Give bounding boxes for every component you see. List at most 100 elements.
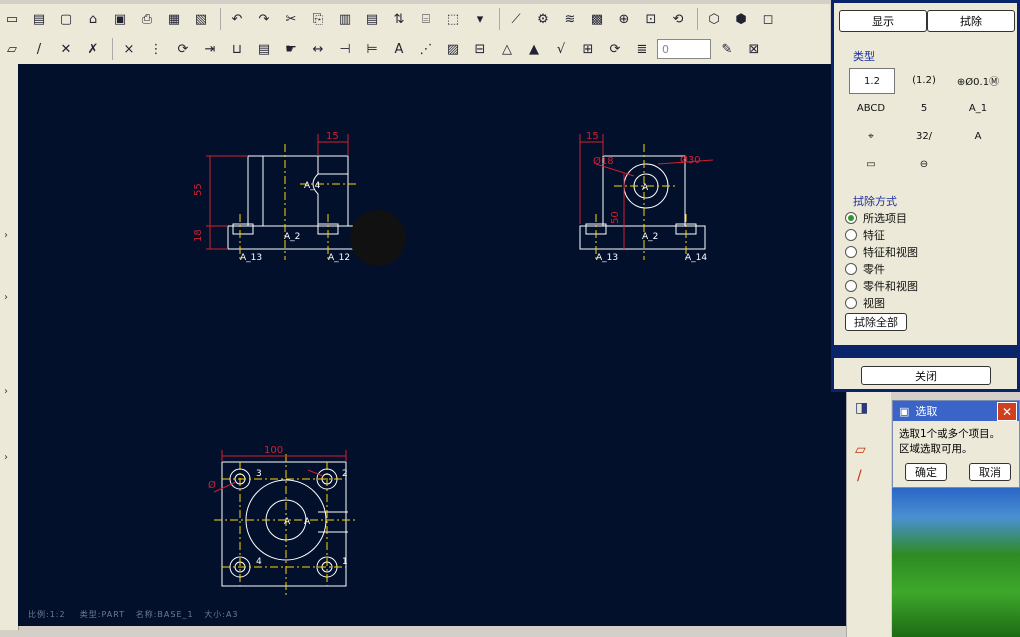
- symbol-balloon[interactable]: 5: [901, 96, 947, 120]
- radio-selected-items[interactable]: 所选项目: [845, 210, 907, 226]
- radio-view[interactable]: 视图: [845, 295, 885, 311]
- front-dim-18: 18: [193, 229, 204, 242]
- side-dim-15: 15: [586, 131, 599, 142]
- view-icon[interactable]: ⬡: [702, 7, 726, 31]
- settings-icon[interactable]: ⚙: [531, 7, 555, 31]
- chevron-right-icon[interactable]: ›: [4, 230, 8, 241]
- redo-icon[interactable]: ↷: [252, 7, 276, 31]
- print-icon[interactable]: ⎙: [135, 7, 159, 31]
- status-size: 大小:A3: [204, 610, 239, 619]
- chevron-right-icon[interactable]: ›: [4, 386, 8, 397]
- table-icon[interactable]: ▤: [252, 37, 276, 61]
- move-icon[interactable]: ⇥: [198, 37, 222, 61]
- chevron-right-icon[interactable]: ›: [4, 292, 8, 303]
- select-box-icon[interactable]: ⬚: [441, 7, 465, 31]
- new-icon[interactable]: ▭: [0, 7, 24, 31]
- close-icon[interactable]: ✕: [997, 402, 1017, 421]
- view-icon[interactable]: ⬢: [729, 7, 753, 31]
- show-erase-panel: 显示 拭除 类型 1.2 (1.2) ⊕Ø0.1Ⓜ ABCD 5 A_1 ⌖ 3…: [831, 0, 1020, 392]
- select-message-line2: 区域选取可用。: [899, 443, 973, 455]
- repaint-icon[interactable]: ▩: [585, 7, 609, 31]
- lock-icon[interactable]: ⊔: [225, 37, 249, 61]
- close-icon[interactable]: ⊠: [742, 37, 766, 61]
- erase-all-button[interactable]: 拭除全部: [845, 313, 907, 331]
- symbol-note[interactable]: ABCD: [849, 96, 893, 120]
- cut-icon[interactable]: ✂: [279, 7, 303, 31]
- regen-icon[interactable]: ⇅: [387, 7, 411, 31]
- close-button[interactable]: 关闭: [861, 366, 991, 385]
- note-icon[interactable]: A: [387, 37, 411, 61]
- value-combo[interactable]: 0: [657, 39, 711, 59]
- new-icon[interactable]: ▤: [27, 7, 51, 31]
- radio-part-and-view[interactable]: 零件和视图: [845, 278, 918, 294]
- dimension-icon[interactable]: ⊨: [360, 37, 384, 61]
- axis-icon[interactable]: /: [27, 37, 51, 61]
- print-icon[interactable]: ▦: [162, 7, 186, 31]
- edit-icon[interactable]: ✎: [715, 37, 739, 61]
- paste-icon[interactable]: ▤: [360, 7, 384, 31]
- toolbar-separator: [220, 8, 221, 30]
- symbol-datum[interactable]: A: [955, 124, 1001, 148]
- datum-icon[interactable]: △: [495, 37, 519, 61]
- chevron-down-icon[interactable]: ▾: [468, 7, 492, 31]
- open-icon[interactable]: ▢: [54, 7, 78, 31]
- layer-icon[interactable]: ≣: [630, 37, 654, 61]
- front-axis-a12: A_12: [328, 253, 350, 263]
- datum-plane-icon[interactable]: ▱: [0, 37, 24, 61]
- side-dim-d30: Ø30: [680, 154, 701, 166]
- tolerance-icon[interactable]: ⊟: [468, 37, 492, 61]
- point-icon[interactable]: ✕: [54, 37, 78, 61]
- axis-icon[interactable]: /: [857, 468, 862, 484]
- select-icon[interactable]: ☛: [279, 37, 303, 61]
- save-icon[interactable]: ▣: [108, 7, 132, 31]
- regen-icon[interactable]: ⟳: [603, 37, 627, 61]
- csys-icon[interactable]: ✗: [81, 37, 105, 61]
- radio-feature[interactable]: 特征: [845, 227, 885, 243]
- tab-erase[interactable]: 拭除: [927, 10, 1015, 32]
- symbol-axis[interactable]: A_1: [955, 96, 1001, 120]
- symbol-ref-dimension[interactable]: (1.2): [901, 68, 947, 92]
- symbol-dimension[interactable]: 1.2: [849, 68, 895, 94]
- cancel-button[interactable]: 取消: [969, 463, 1011, 481]
- tab-show[interactable]: 显示: [839, 10, 927, 32]
- symbol-datum-target-icon[interactable]: ⊖: [901, 152, 947, 176]
- reorient-icon[interactable]: ◨: [855, 400, 868, 416]
- spin-icon[interactable]: ⟲: [666, 7, 690, 31]
- radio-feature-and-view[interactable]: 特征和视图: [845, 244, 918, 260]
- chevron-right-icon[interactable]: ›: [4, 452, 8, 463]
- dimension-icon[interactable]: ⊣: [333, 37, 357, 61]
- find-icon[interactable]: ⌸: [414, 7, 438, 31]
- copy-icon[interactable]: ⎘: [306, 7, 330, 31]
- view-icon[interactable]: ◻: [756, 7, 780, 31]
- datum-icon[interactable]: ▲: [522, 37, 546, 61]
- ok-button[interactable]: 确定: [905, 463, 947, 481]
- zoom-in-icon[interactable]: ⊕: [612, 7, 636, 31]
- print-icon[interactable]: ▧: [189, 7, 213, 31]
- dimension-icon[interactable]: ↔: [306, 37, 330, 61]
- table-icon[interactable]: ⊞: [576, 37, 600, 61]
- sketch-icon[interactable]: ⟋: [504, 7, 528, 31]
- regen-icon[interactable]: ⟳: [171, 37, 195, 61]
- symbol-weld-icon[interactable]: ⌖: [849, 124, 893, 148]
- layer-icon[interactable]: ≋: [558, 7, 582, 31]
- toolbar-separator: [697, 8, 698, 30]
- zoom-fit-icon[interactable]: ⊡: [639, 7, 663, 31]
- drawing-canvas[interactable]: 15 55 18 A_4 A_2 A_13 A_12 15 Ø18 Ø30 A …: [18, 64, 846, 626]
- symbol-gtol[interactable]: ⊕Ø0.1Ⓜ: [955, 68, 1001, 92]
- desktop-wallpaper: [892, 488, 1020, 637]
- surface-finish-icon[interactable]: √: [549, 37, 573, 61]
- note-icon[interactable]: ⋰: [414, 37, 438, 61]
- symbol-surface-finish[interactable]: 32/: [901, 124, 947, 148]
- datum-plane-icon[interactable]: ▱: [855, 442, 866, 458]
- undo-icon[interactable]: ↶: [225, 7, 249, 31]
- symbol-cosmetic-icon[interactable]: ▭: [849, 152, 893, 176]
- front-axis-a2: A_2: [284, 232, 300, 242]
- delete-icon[interactable]: ×: [117, 37, 141, 61]
- hatch-icon[interactable]: ▨: [441, 37, 465, 61]
- erase-mode-title: 拭除方式: [853, 195, 897, 208]
- top-axis-1: 1: [342, 557, 348, 567]
- paste-icon[interactable]: ▥: [333, 7, 357, 31]
- dimension-icon[interactable]: ⋮: [144, 37, 168, 61]
- radio-part[interactable]: 零件: [845, 261, 885, 277]
- open-icon[interactable]: ⌂: [81, 7, 105, 31]
